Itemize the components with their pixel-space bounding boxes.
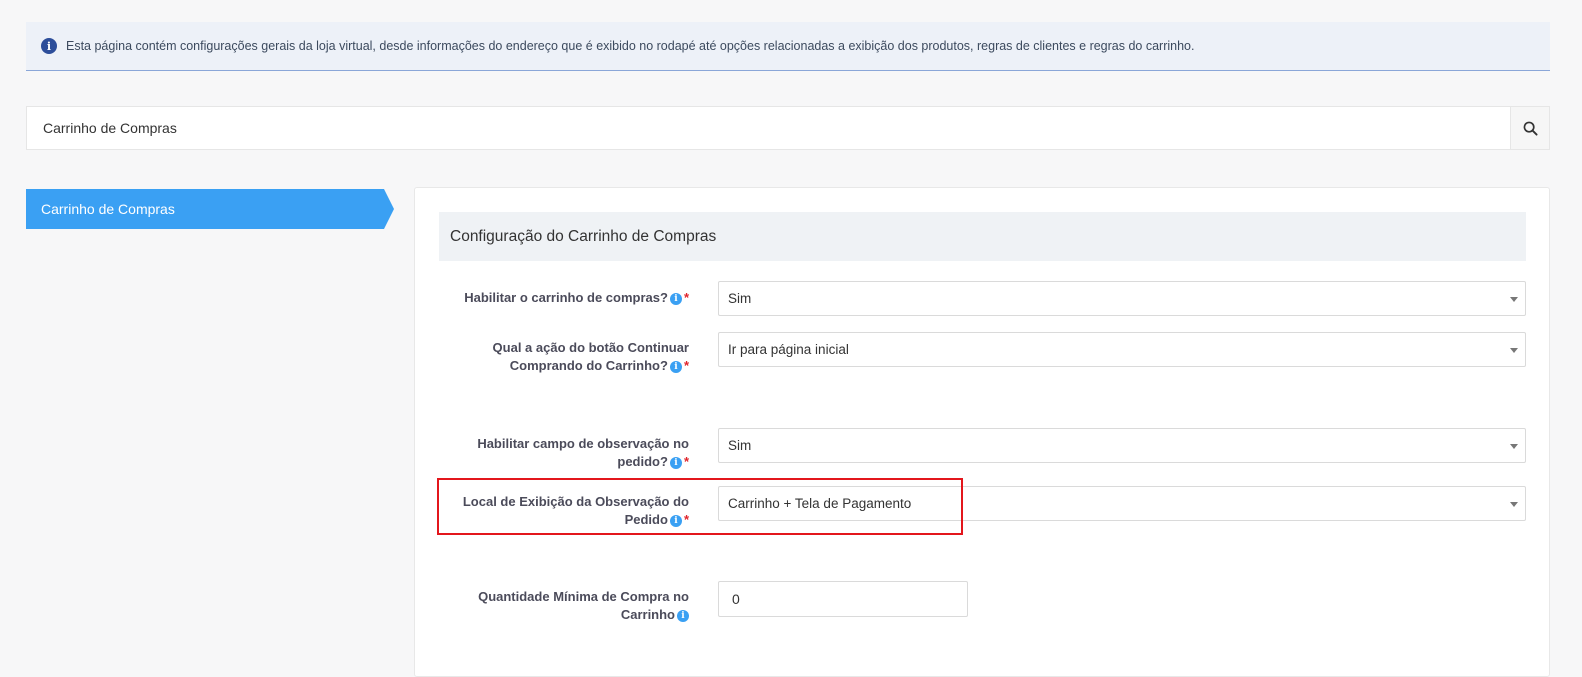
quantidade-minima-input[interactable]	[718, 581, 968, 617]
field-label-quantidade-minima: Quantidade Mínima de Compra no Carrinho i	[478, 589, 689, 622]
help-icon[interactable]: i	[677, 610, 689, 622]
chevron-down-icon	[1510, 348, 1518, 353]
required-marker: *	[683, 290, 689, 305]
sidebar-item-label: Carrinho de Compras	[41, 201, 175, 217]
section-title: Configuração do Carrinho de Compras	[439, 212, 1526, 261]
acao-continuar-comprando-select[interactable]: Ir para página inicial	[718, 332, 1526, 367]
info-banner: i Esta página contém configurações gerai…	[26, 22, 1550, 71]
search-icon	[1523, 121, 1538, 136]
search-bar	[26, 106, 1550, 150]
info-icon: i	[41, 38, 57, 54]
field-label-acao-continuar-comprando: Qual a ação do botão Continuar Comprando…	[492, 340, 689, 373]
chevron-down-icon	[1510, 444, 1518, 449]
field-label-habilitar-carrinho: Habilitar o carrinho de compras? i *	[464, 290, 689, 305]
field-label-campo-observacao: Habilitar campo de observação no pedido?…	[477, 436, 689, 469]
habilitar-carrinho-select[interactable]: Sim	[718, 281, 1526, 316]
required-marker: *	[683, 454, 689, 469]
help-icon[interactable]: i	[669, 293, 682, 305]
chevron-down-icon	[1510, 502, 1518, 507]
local-exibicao-observacao-select[interactable]: Carrinho + Tela de Pagamento	[718, 486, 1526, 521]
settings-panel: Configuração do Carrinho de Compras Habi…	[414, 187, 1550, 677]
help-icon[interactable]: i	[669, 457, 682, 469]
campo-observacao-select[interactable]: Sim	[718, 428, 1526, 463]
chevron-down-icon	[1510, 297, 1518, 302]
required-marker: *	[683, 512, 689, 527]
field-label-local-exibicao-observacao: Local de Exibição da Observação do Pedid…	[462, 494, 689, 527]
search-input[interactable]	[27, 107, 1510, 149]
required-marker: *	[683, 358, 689, 373]
sidebar-item-carrinho-de-compras[interactable]: Carrinho de Compras	[26, 189, 394, 229]
search-button[interactable]	[1510, 107, 1549, 149]
info-banner-text: Esta página contém configurações gerais …	[66, 39, 1195, 53]
help-icon[interactable]: i	[669, 361, 682, 373]
active-arrow	[384, 189, 394, 229]
help-icon[interactable]: i	[669, 515, 682, 527]
